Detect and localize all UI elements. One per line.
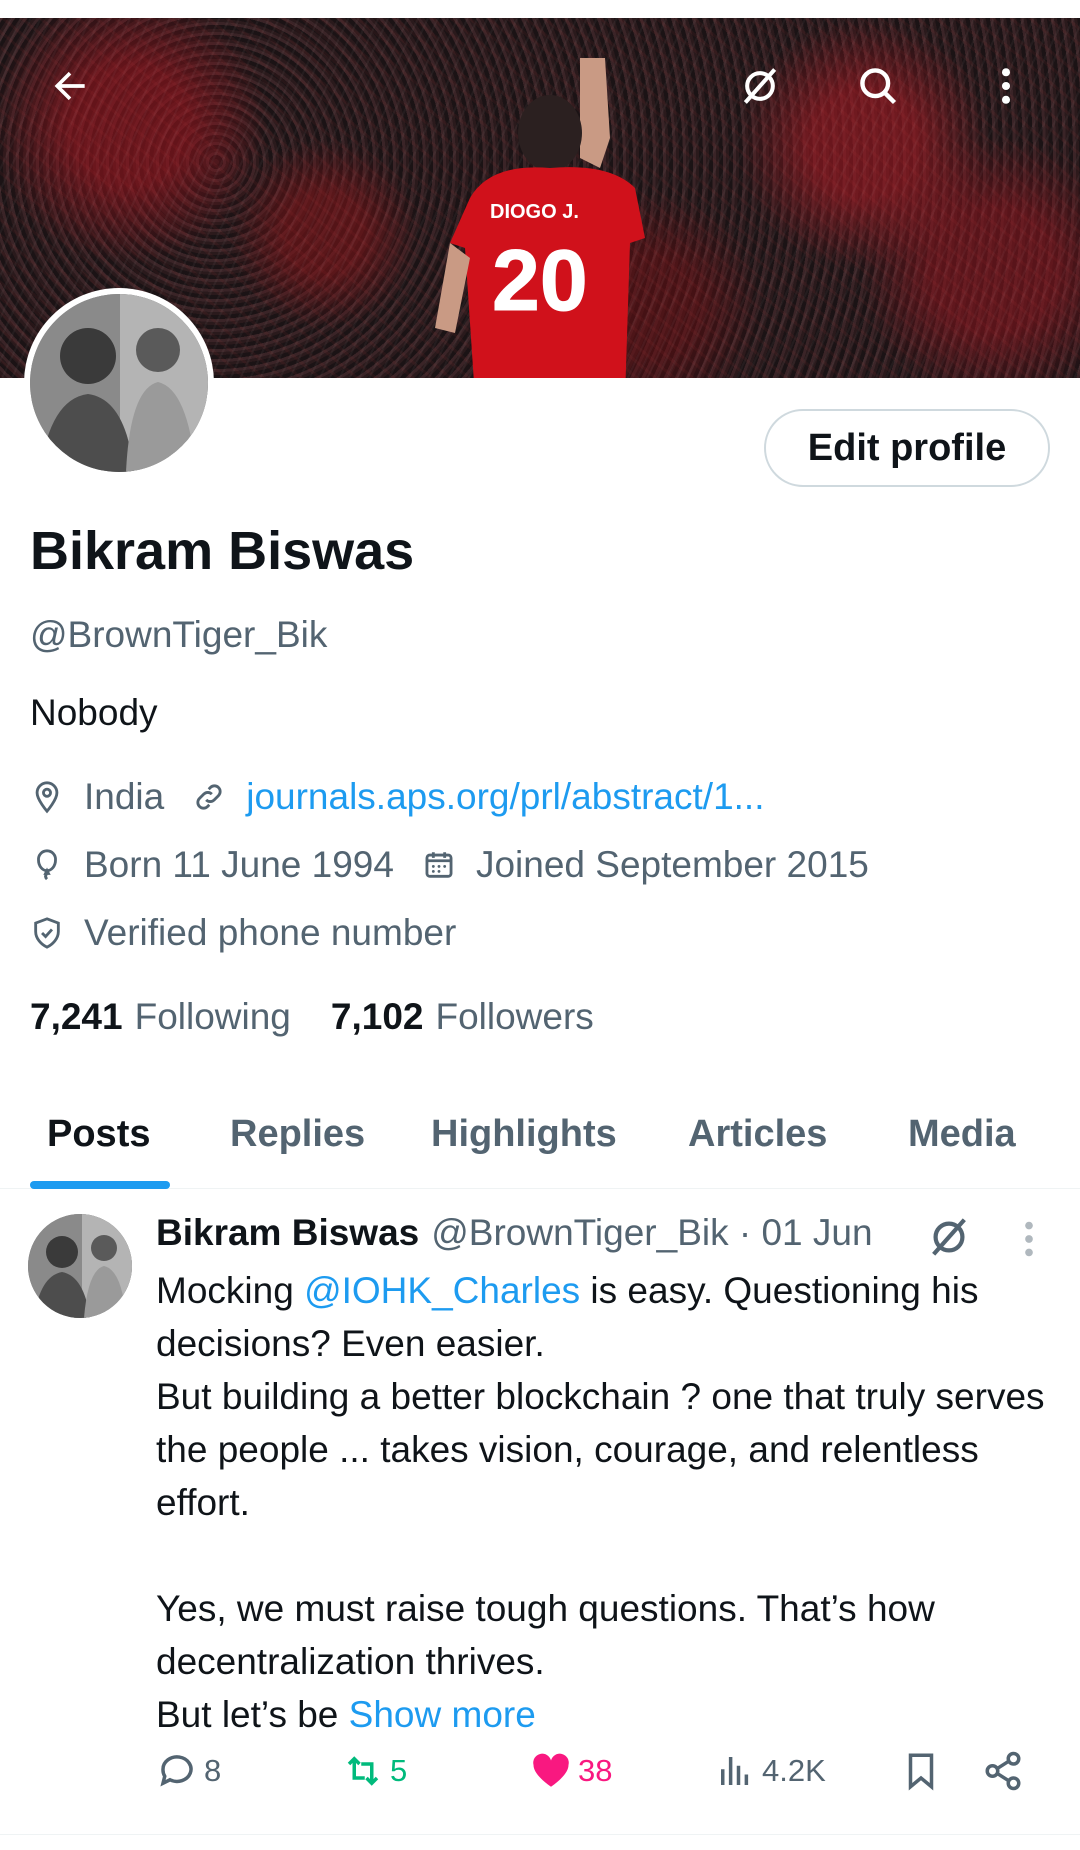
- view-count: 4.2K: [762, 1753, 826, 1788]
- grok-button[interactable]: [730, 56, 790, 116]
- post-header: Bikram Biswas @BrownTiger_Bik · 01 Jun: [156, 1212, 873, 1254]
- repost-icon: [347, 1756, 379, 1786]
- bookmark-icon: [908, 1753, 934, 1791]
- reply-button[interactable]: 8: [156, 1750, 221, 1792]
- link-icon: [196, 784, 222, 810]
- tab-media[interactable]: Media: [908, 1113, 1016, 1156]
- joined-item: Joined September 2015: [422, 844, 869, 886]
- location-item: India: [30, 776, 164, 818]
- profile-avatar[interactable]: [24, 288, 214, 478]
- post-more-icon[interactable]: [1014, 1216, 1044, 1262]
- verified-text: Verified phone number: [84, 912, 457, 953]
- tab-replies[interactable]: Replies: [230, 1113, 365, 1156]
- following-stat[interactable]: 7,241 Following: [30, 996, 291, 1038]
- post-mention-link[interactable]: @IOHK_Charles: [304, 1270, 580, 1311]
- like-button[interactable]: 38: [530, 1750, 612, 1792]
- banner-player-figure: DIOGO J. 20: [435, 58, 645, 378]
- post-paragraph-spacer: [156, 1529, 1056, 1582]
- search-icon: [860, 68, 897, 105]
- bookmark-button[interactable]: [900, 1750, 948, 1792]
- post-avatar[interactable]: [28, 1214, 132, 1318]
- back-arrow-icon: [54, 71, 85, 101]
- jersey-number-text: 20: [492, 233, 588, 329]
- views-chart-icon: [721, 1757, 749, 1785]
- post-grok-icon[interactable]: [926, 1214, 972, 1260]
- post-text: Mocking @IOHK_Charles is easy. Questioni…: [156, 1264, 1056, 1741]
- post-paragraph-2: But building a better blockchain ? one t…: [156, 1376, 1045, 1523]
- post-avatar-photo: [28, 1214, 132, 1318]
- profile-tabs: Posts Replies Highlights Articles Media: [0, 1095, 1080, 1189]
- reply-icon: [160, 1755, 193, 1787]
- location-pin-icon: [35, 781, 59, 814]
- profile-meta-row-2: Born 11 June 1994 Joined September 2015: [30, 844, 897, 886]
- share-button[interactable]: [982, 1750, 1030, 1792]
- search-button[interactable]: [848, 56, 908, 116]
- edit-profile-button[interactable]: Edit profile: [764, 409, 1050, 487]
- followers-count: 7,102: [330, 996, 424, 1037]
- post-paragraph-1: Mocking @IOHK_Charles is easy. Questioni…: [156, 1264, 1056, 1370]
- heart-icon: [533, 1753, 569, 1787]
- tab-highlights[interactable]: Highlights: [431, 1113, 617, 1156]
- like-count: 38: [578, 1753, 613, 1788]
- following-count: 7,241: [30, 996, 123, 1037]
- reply-count: 8: [204, 1753, 222, 1788]
- website-item[interactable]: journals.aps.org/prl/abstract/1...: [192, 776, 765, 818]
- views-button[interactable]: 4.2K: [714, 1750, 826, 1792]
- post-text-segment: But let’s be: [156, 1694, 349, 1735]
- post-divider: [0, 1834, 1080, 1835]
- followers-stat[interactable]: 7,102 Followers: [331, 996, 594, 1038]
- website-link[interactable]: journals.aps.org/prl/abstract/1...: [246, 776, 764, 818]
- active-tab-indicator: [30, 1181, 170, 1189]
- following-label: Following: [134, 996, 291, 1037]
- birth-text: Born 11 June 1994: [84, 844, 394, 885]
- post-paragraph-3: Yes, we must raise tough questions. That…: [156, 1588, 935, 1682]
- post-item[interactable]: Bikram Biswas @BrownTiger_Bik · 01 Jun M…: [0, 1190, 1080, 1840]
- avatar-photo: [30, 294, 208, 472]
- post-author-name[interactable]: Bikram Biswas: [156, 1212, 419, 1254]
- jersey-name-text: DIOGO J.: [490, 201, 579, 223]
- grok-icon: [743, 68, 777, 104]
- tab-articles[interactable]: Articles: [688, 1113, 827, 1156]
- share-icon: [985, 1751, 1021, 1791]
- tab-posts[interactable]: Posts: [47, 1113, 150, 1156]
- joined-text: Joined September 2015: [475, 844, 869, 885]
- calendar-icon: [425, 852, 453, 878]
- profile-handle: @BrownTiger_Bik: [30, 614, 328, 655]
- post-paragraph-4: But let’s be Show more: [156, 1688, 1056, 1741]
- more-options-button[interactable]: [976, 56, 1036, 116]
- profile-bio: Nobody: [30, 692, 158, 733]
- more-vertical-icon: [1001, 68, 1011, 104]
- post-handle-date: @BrownTiger_Bik · 01 Jun: [431, 1212, 873, 1253]
- shield-check-icon: [34, 917, 60, 949]
- repost-count: 5: [390, 1753, 408, 1788]
- verified-item: Verified phone number: [30, 912, 456, 954]
- location-text: India: [84, 776, 165, 817]
- repost-button[interactable]: 5: [342, 1750, 407, 1792]
- followers-label: Followers: [435, 996, 594, 1037]
- profile-name: Bikram Biswas: [30, 521, 415, 581]
- follow-stats: 7,241 Following 7,102 Followers: [30, 996, 634, 1038]
- balloon-icon: [37, 849, 57, 881]
- profile-meta-row-3: Verified phone number: [30, 912, 484, 954]
- back-button[interactable]: [40, 56, 100, 116]
- status-strip: [0, 0, 1080, 18]
- post-actions: 8 5 38 4.2K: [156, 1750, 1056, 1810]
- birth-item: Born 11 June 1994: [30, 844, 394, 886]
- post-text-segment: Mocking: [156, 1270, 305, 1311]
- profile-meta-row-1: India journals.aps.org/prl/abstract/1...: [30, 776, 793, 818]
- show-more-link[interactable]: Show more: [349, 1694, 536, 1735]
